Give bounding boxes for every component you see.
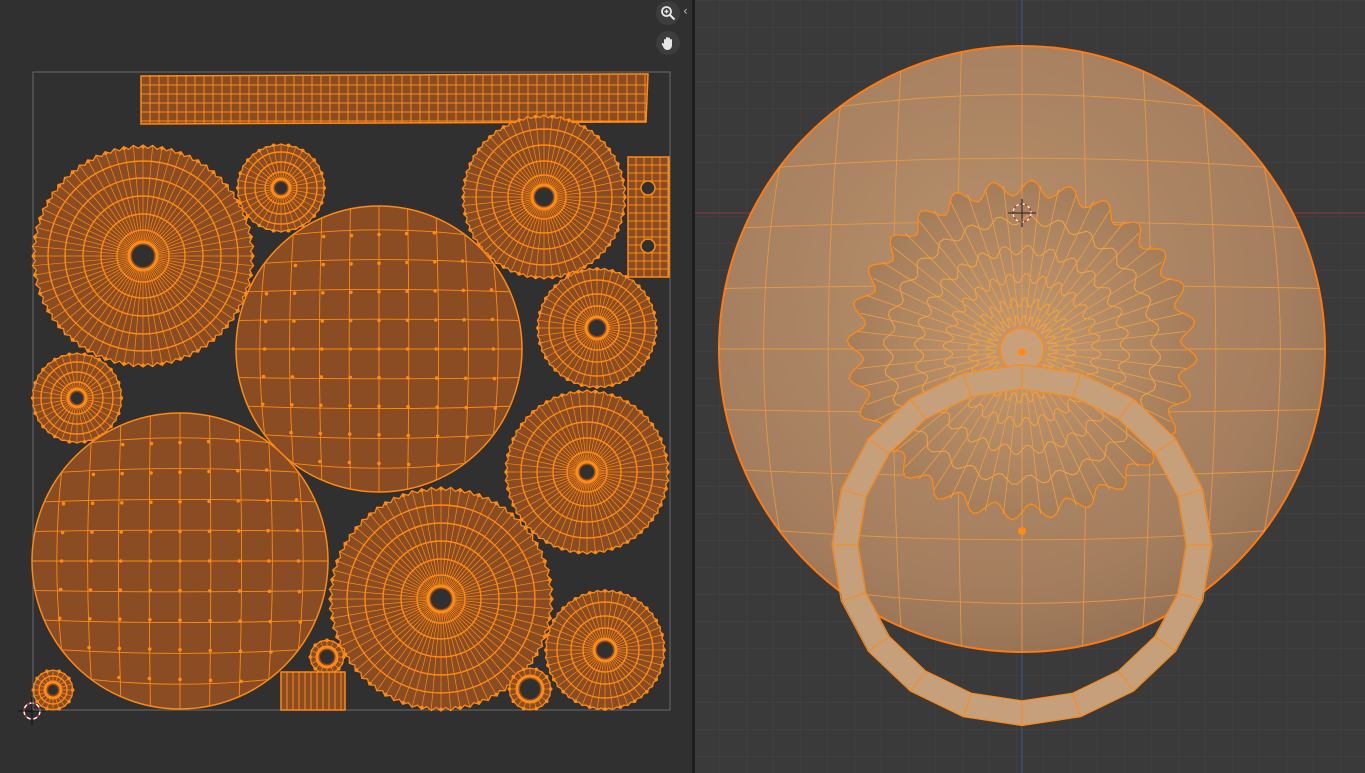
uv-strip-island[interactable] bbox=[140, 73, 649, 125]
3d-viewport-panel[interactable] bbox=[695, 0, 1365, 773]
uv-radial-island-9[interactable] bbox=[308, 638, 346, 676]
uv-radial-island-3[interactable] bbox=[536, 267, 658, 389]
uv-canvas[interactable] bbox=[0, 0, 692, 773]
hand-pan-icon[interactable] bbox=[656, 31, 680, 55]
chevron-left-icon[interactable]: ‹ bbox=[683, 4, 691, 18]
uv-grid-island-0[interactable] bbox=[235, 205, 523, 493]
uv-grid-island-1[interactable] bbox=[31, 412, 329, 710]
zoom-magnifier-icon[interactable] bbox=[656, 1, 680, 25]
uv-radial-island-0[interactable] bbox=[31, 144, 255, 368]
uv-radial-island-7[interactable] bbox=[544, 589, 666, 711]
viewport-canvas[interactable] bbox=[695, 0, 1365, 773]
uv-small-strip-bottom[interactable] bbox=[280, 671, 346, 711]
uv-column-island-right[interactable] bbox=[627, 156, 670, 278]
uv-editor-panel[interactable]: ‹ bbox=[0, 0, 692, 773]
